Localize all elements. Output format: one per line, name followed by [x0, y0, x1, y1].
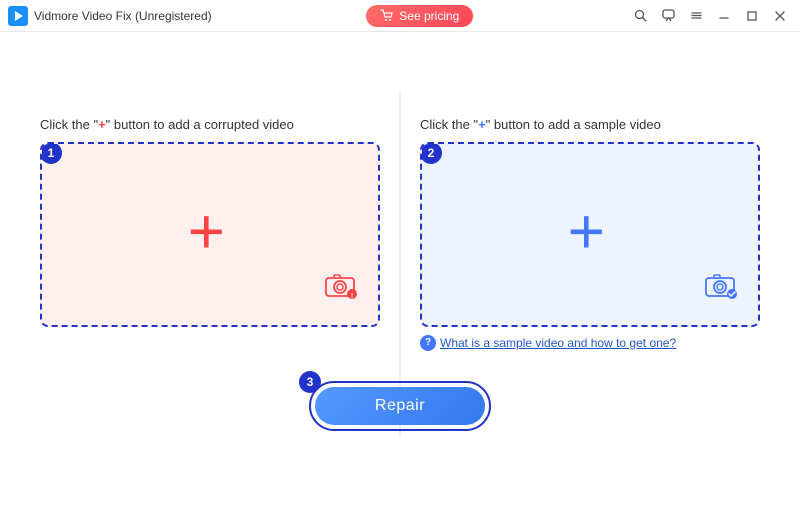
close-button[interactable]	[768, 4, 792, 28]
title-bar-controls	[628, 4, 792, 28]
help-question-icon: ?	[420, 335, 436, 351]
badge-2: 2	[420, 142, 442, 164]
svg-text:!: !	[351, 293, 353, 300]
add-sample-plus-icon: +	[568, 199, 605, 263]
cart-icon	[380, 9, 394, 23]
chat-icon[interactable]	[656, 4, 680, 28]
see-pricing-label: See pricing	[399, 9, 459, 23]
sample-video-panel-wrapper: Click the "+" button to add a sample vid…	[420, 117, 760, 351]
title-bar-center: See pricing	[366, 5, 473, 27]
corrupted-video-panel-wrapper: Click the "+" button to add a corrupted …	[40, 117, 380, 327]
repair-area: 3 Repair	[20, 381, 780, 431]
app-logo-icon	[8, 6, 28, 26]
repair-button-wrapper: 3 Repair	[309, 381, 491, 431]
see-pricing-button[interactable]: See pricing	[366, 5, 473, 27]
sample-video-upload-area[interactable]: 2 +	[420, 142, 760, 327]
main-content: Click the "+" button to add a corrupted …	[0, 32, 800, 515]
corrupted-video-upload-area[interactable]: 1 + !	[40, 142, 380, 327]
corrupted-panel-label: Click the "+" button to add a corrupted …	[40, 117, 294, 132]
repair-button-outer: Repair	[309, 381, 491, 431]
search-icon[interactable]	[628, 4, 652, 28]
title-bar: Vidmore Video Fix (Unregistered) See pri…	[0, 0, 800, 32]
corrupted-plus-highlight: +	[98, 117, 106, 132]
sample-plus-highlight: +	[478, 117, 486, 132]
help-link-row: ? What is a sample video and how to get …	[420, 335, 676, 351]
sample-panel-label: Click the "+" button to add a sample vid…	[420, 117, 661, 132]
badge-3: 3	[299, 371, 321, 393]
sample-camera-icon	[700, 270, 740, 307]
minimize-button[interactable]	[712, 4, 736, 28]
app-title: Vidmore Video Fix (Unregistered)	[34, 9, 212, 23]
menu-icon[interactable]	[684, 4, 708, 28]
sample-video-help-link[interactable]: What is a sample video and how to get on…	[440, 336, 676, 350]
badge-1: 1	[40, 142, 62, 164]
add-corrupted-plus-icon: +	[188, 199, 225, 263]
title-bar-left: Vidmore Video Fix (Unregistered)	[8, 6, 212, 26]
repair-button[interactable]: Repair	[315, 387, 485, 425]
corrupted-camera-icon: !	[320, 270, 360, 307]
maximize-button[interactable]	[740, 4, 764, 28]
